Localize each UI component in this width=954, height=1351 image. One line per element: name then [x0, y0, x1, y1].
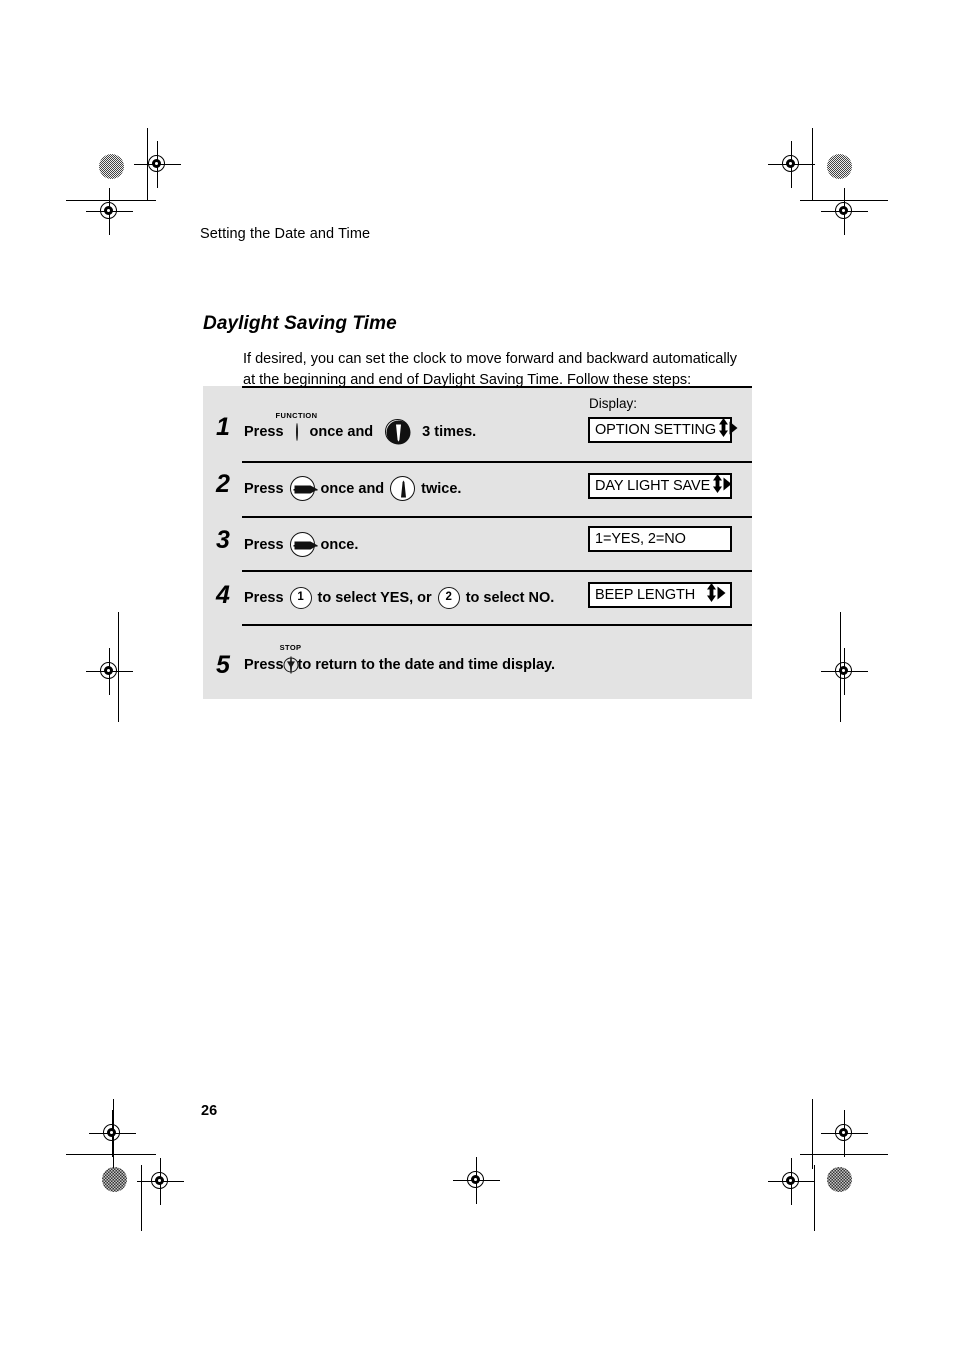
registration-target	[89, 1110, 136, 1157]
display-text: OPTION SETTING	[595, 421, 717, 438]
display-readout: 1=YES, 2=NO	[588, 526, 732, 552]
registration-target	[821, 1110, 868, 1157]
function-key-caption: FUNCTION	[275, 410, 318, 420]
registration-target	[768, 1158, 815, 1205]
press-label: Press	[244, 480, 284, 497]
crop-line	[141, 1165, 142, 1231]
registration-target	[137, 1158, 184, 1205]
up-down-arrow-icon	[712, 474, 723, 498]
down-arrow-key-icon[interactable]	[385, 419, 411, 445]
display-column-label: Display:	[589, 396, 638, 411]
step-divider	[242, 461, 752, 463]
up-down-arrow-icon	[706, 583, 717, 607]
step-instruction: Press STOP to return to the date and tim…	[244, 643, 556, 674]
right-arrow-icon	[717, 586, 726, 605]
halftone-patch	[99, 154, 124, 179]
step-mid-text: once and	[309, 423, 374, 440]
display-readout: DAY LIGHT SAVE	[588, 473, 732, 499]
press-label: Press	[244, 657, 284, 673]
step-tail-text: once.	[320, 536, 359, 553]
step-instruction: Press once.	[244, 532, 358, 557]
page-title: Daylight Saving Time	[203, 312, 397, 334]
number-key-1-icon[interactable]: 1	[289, 587, 312, 609]
step-instruction: Press FUNCTION once and 3 times.	[244, 411, 477, 445]
right-arrow-icon	[729, 421, 738, 440]
halftone-patch	[102, 1167, 127, 1192]
registration-target	[453, 1157, 500, 1204]
halftone-patch	[827, 154, 852, 179]
step-tail-text: 3 times.	[422, 423, 477, 440]
step-divider	[242, 516, 752, 518]
display-text: DAY LIGHT SAVE	[595, 477, 711, 494]
right-arrow-icon	[723, 477, 732, 496]
step-tail-text: twice.	[421, 480, 462, 497]
registration-target	[768, 141, 815, 188]
crop-line	[66, 1154, 156, 1155]
number-key-2-icon[interactable]: 2	[437, 587, 460, 609]
crop-line	[814, 1165, 815, 1231]
step-divider	[242, 386, 752, 388]
press-label: Press	[244, 423, 284, 440]
step-number: 2	[216, 470, 230, 498]
step-divider	[242, 624, 752, 626]
right-arrow-key-icon[interactable]	[289, 532, 318, 557]
step-number: 4	[216, 581, 230, 609]
registration-target	[821, 648, 868, 695]
step-number: 5	[216, 651, 230, 679]
page-number: 26	[201, 1103, 218, 1119]
step-mid-text: to select YES, or	[317, 590, 432, 606]
up-arrow-key-icon[interactable]	[390, 476, 416, 501]
stop-key-icon[interactable]: STOP	[280, 643, 301, 674]
function-key-icon[interactable]: FUNCTION	[276, 411, 317, 441]
display-readout: OPTION SETTING	[588, 417, 738, 443]
step-instruction: Press 1 to select YES, or 2 to select NO…	[244, 587, 554, 609]
step-instruction: Press once and twice.	[244, 476, 461, 501]
press-label: Press	[244, 590, 284, 606]
stop-key-caption: STOP	[279, 643, 302, 652]
right-arrow-key-icon[interactable]	[289, 476, 318, 501]
registration-target	[821, 188, 868, 235]
step-tail-text: to select NO.	[465, 590, 555, 606]
up-down-arrow-icon	[718, 418, 729, 442]
running-head: Setting the Date and Time	[200, 226, 371, 242]
step-mid-text: once and	[320, 480, 385, 497]
display-readout: BEEP LENGTH	[588, 582, 732, 608]
registration-target	[86, 648, 133, 695]
registration-target	[86, 188, 133, 235]
display-text: 1=YES, 2=NO	[595, 530, 686, 547]
step-tail-text: to return to the date and time display.	[297, 657, 556, 673]
press-label: Press	[244, 536, 284, 553]
step-divider	[242, 570, 752, 572]
crop-line	[812, 1099, 813, 1169]
step-number: 1	[216, 413, 230, 441]
step-number: 3	[216, 526, 230, 554]
registration-target	[134, 141, 181, 188]
halftone-patch	[827, 1167, 852, 1192]
display-text: BEEP LENGTH	[595, 586, 696, 603]
